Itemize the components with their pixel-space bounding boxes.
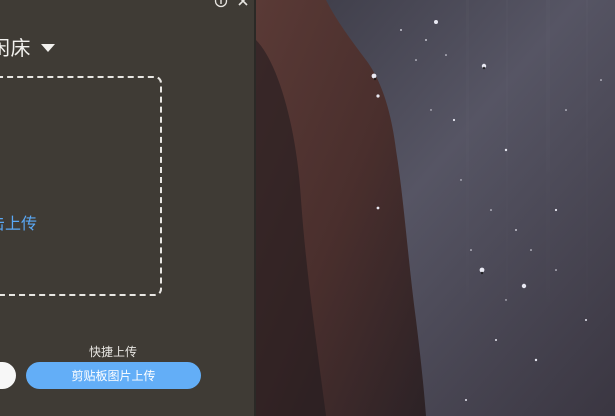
clipboard-upload-button[interactable]: 剪贴板图片上传 [26,362,201,389]
panel-top-icons [214,0,249,8]
info-icon[interactable] [214,0,228,8]
drop-zone-text[interactable]: 击上传 [0,210,37,234]
wallpaper-preview [256,0,615,416]
caret-down-icon [41,44,55,52]
image-host-title: 闲床 [0,36,31,60]
quick-upload-label: 快捷上传 [89,345,138,359]
app-root: 闲床 击上传 快捷上传 剪贴板图片上传 [0,0,615,416]
image-host-selector[interactable]: 闲床 [0,32,55,61]
upload-panel: 闲床 击上传 快捷上传 剪贴板图片上传 [0,0,255,416]
upload-option-button[interactable] [0,362,16,389]
close-icon[interactable] [237,0,249,7]
upload-drop-zone[interactable] [0,76,162,296]
panel-divider [254,0,256,416]
